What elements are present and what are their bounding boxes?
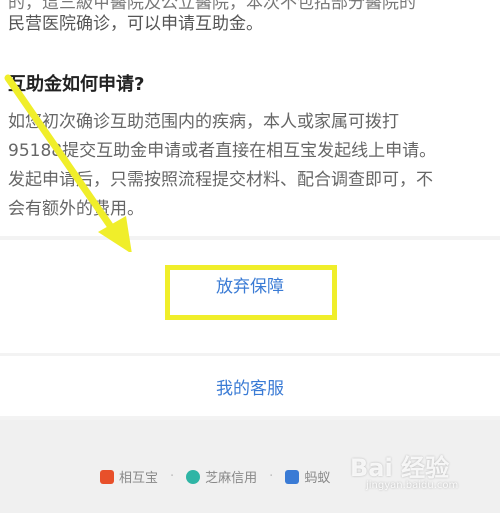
ant-icon [285,469,300,484]
brand-item: 蚂蚁 [285,467,330,486]
separator: · [269,469,274,484]
section-heading: 互助金如何申请? [8,74,145,95]
brand-list: 相互宝 · 芝麻信用 · 蚂蚁 [100,467,330,486]
brand-label: 相互宝 [119,471,159,486]
brand-item: 芝麻信用 [186,467,257,486]
brand-label: 芝麻信用 [205,471,258,486]
text-line: 民营医院确诊，可以申请互助金。 [8,14,263,34]
brand-item: 相互宝 [100,467,158,486]
brand-label: 蚂蚁 [304,471,331,486]
separator: · [170,469,175,484]
watermark-url: jingyan.baidu.com [366,480,459,491]
partial-text-line: 的，這三級甲醫院及公立醫院，本次不包括部分醫院的 [8,0,416,13]
watermark-brand: Bai 经验 [350,454,450,482]
section-paragraph: 如您初次确诊互助范围内的疾病，本人或家属可拨打 95188提交互助金申请或者直接… [8,108,494,224]
paragraph-line: 如您初次确诊互助范围内的疾病，本人或家属可拨打 [8,112,399,132]
customer-service-button[interactable]: 我的客服 [0,374,500,399]
sesame-credit-icon [186,469,201,484]
paragraph-line: 会有额外的费用。 [8,199,144,219]
service-area: 我的客服 [0,356,500,416]
paragraph-line: 发起申请后，只需按照流程提交材料、配合调查即可，不 [8,170,433,190]
info-section: 的，這三級甲醫院及公立醫院，本次不包括部分醫院的 民营医院确诊，可以申请互助金。… [0,0,500,236]
paragraph-line: 95188提交互助金申请或者直接在相互宝发起线上申请。 [8,141,437,161]
highlight-box [165,265,337,320]
watermark: Bai 经验 jingyan.baidu.com [338,440,488,500]
xianghubao-icon [100,469,114,484]
